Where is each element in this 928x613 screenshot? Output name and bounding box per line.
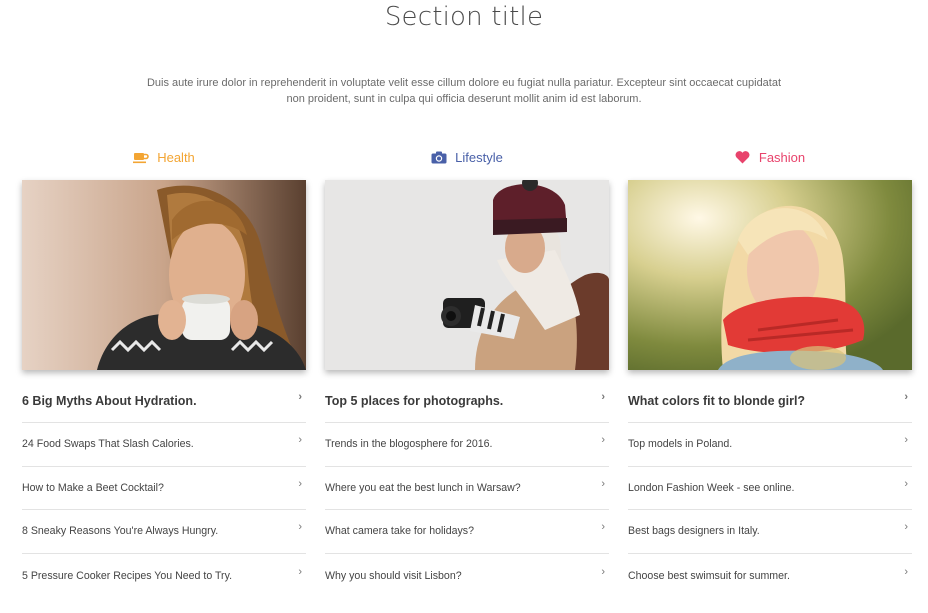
chevron-right-icon: › [904,565,908,578]
category-label: Lifestyle [455,149,503,165]
photo-blonde-woman[interactable] [628,180,912,370]
article-link[interactable]: How to Make a Beet Cocktail? › [22,467,306,511]
chevron-right-icon: › [904,477,908,490]
chevron-right-icon: › [904,434,908,447]
category-lifestyle[interactable]: Lifestyle [325,146,609,168]
category-label: Health [157,149,195,165]
chevron-right-icon: › [298,434,302,447]
photo-woman-coffee[interactable] [22,180,306,370]
chevron-right-icon: › [298,477,302,490]
camera-icon [431,150,447,164]
article-link[interactable]: Top models in Poland. › [628,423,912,467]
chevron-right-icon: › [601,565,605,578]
chevron-right-icon: › [298,521,302,534]
article-link[interactable]: Choose best swimsuit for summer. › [628,554,912,598]
photo-woman-camera[interactable] [325,180,609,370]
article-link[interactable]: What colors fit to blonde girl? › [628,380,912,423]
section-title: Section title [384,2,544,32]
article-link[interactable]: What camera take for holidays? › [325,510,609,554]
article-link[interactable]: 6 Big Myths About Hydration. › [22,380,306,423]
category-fashion[interactable]: Fashion [628,146,912,168]
column-fashion: Fashion What colors fit to blonde girl? ›… [628,146,912,597]
chevron-right-icon: › [904,391,908,403]
chevron-right-icon: › [601,434,605,447]
article-link[interactable]: Top 5 places for photographs. › [325,380,609,423]
coffee-icon [133,150,149,164]
column-lifestyle: Lifestyle Top 5 places for photographs. ›… [325,146,609,597]
article-list-health: 6 Big Myths About Hydration. › 24 Food Sw… [22,380,306,597]
category-health[interactable]: Health [22,146,306,168]
chevron-right-icon: › [298,565,302,578]
article-link[interactable]: London Fashion Week - see online. › [628,467,912,511]
category-label: Fashion [758,149,806,165]
article-list-fashion: What colors fit to blonde girl? › Top mod… [628,380,912,597]
column-health: Health 6 Big Myths About Hydration. › 24 … [22,146,306,597]
article-link[interactable]: 5 Pressure Cooker Recipes You Need to Tr… [22,554,306,598]
chevron-right-icon: › [298,391,302,403]
article-link[interactable]: Where you eat the best lunch in Warsaw? › [325,467,609,511]
heart-icon [735,150,751,164]
section-intro: Duis aute irure dolor in reprehenderit i… [146,77,782,105]
article-link[interactable]: Why you should visit Lisbon? › [325,554,609,598]
chevron-right-icon: › [904,521,908,534]
chevron-right-icon: › [601,521,605,534]
article-link[interactable]: Trends in the blogosphere for 2016. › [325,423,609,467]
article-link[interactable]: Best bags designers in Italy. › [628,510,912,554]
article-link[interactable]: 24 Food Swaps That Slash Calories. › [22,423,306,467]
article-list-lifestyle: Top 5 places for photographs. › Trends in… [325,380,609,597]
chevron-right-icon: › [601,391,605,403]
chevron-right-icon: › [601,477,605,490]
article-link[interactable]: 8 Sneaky Reasons You're Always Hungry. › [22,510,306,554]
